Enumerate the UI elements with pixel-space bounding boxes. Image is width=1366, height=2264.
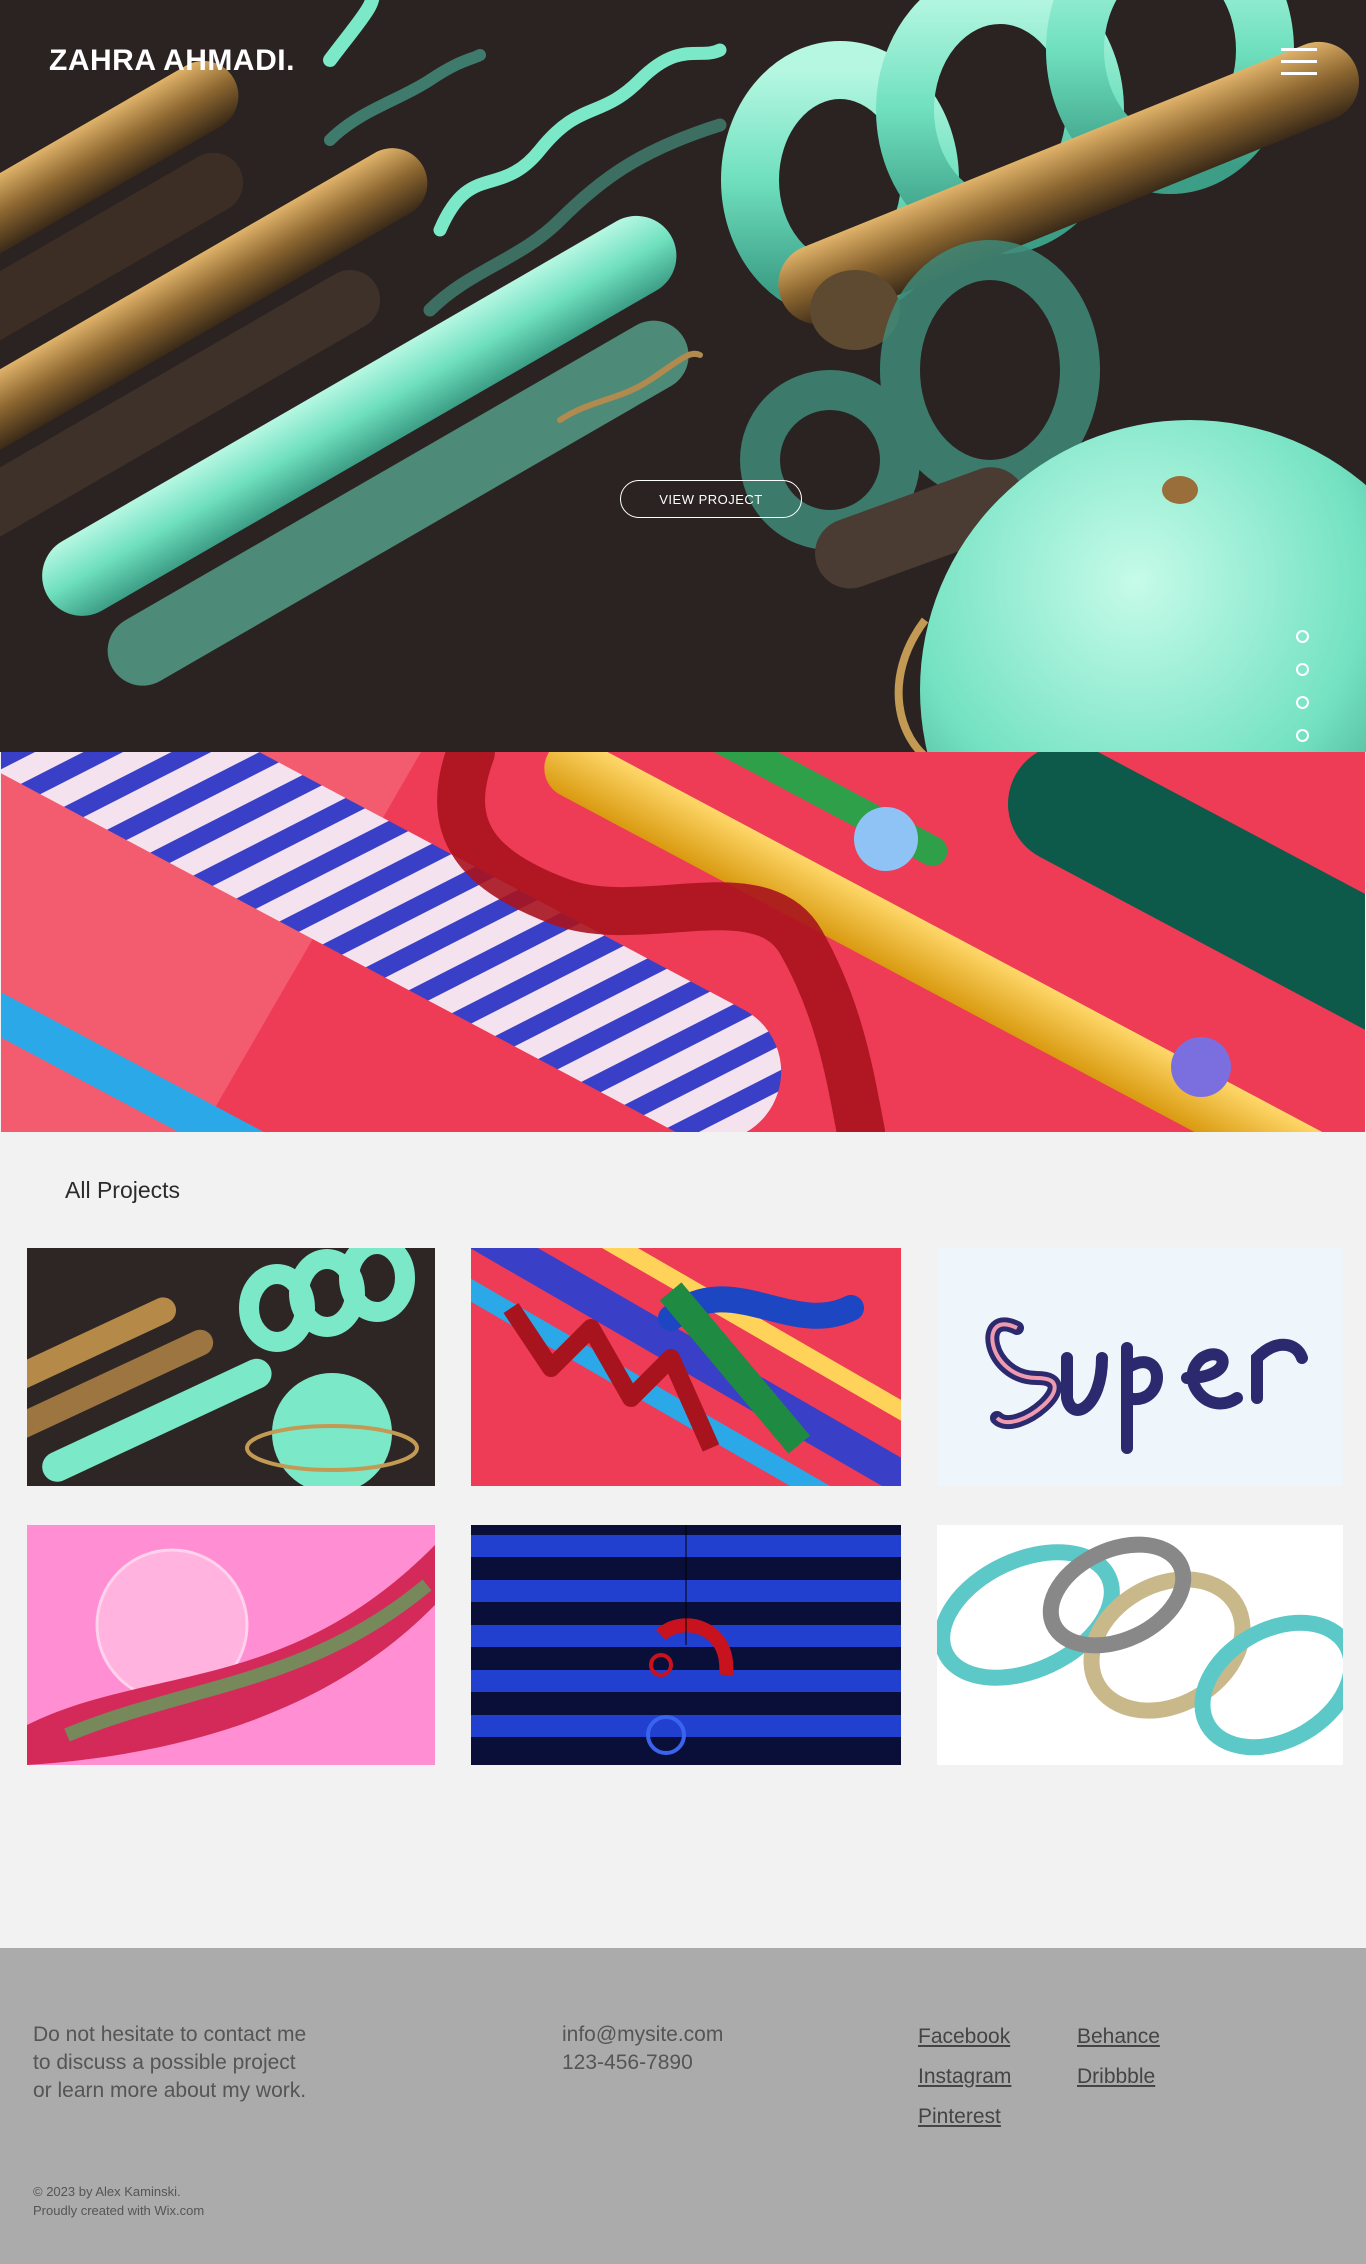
project-thumbnail-2[interactable]: [471, 1248, 901, 1486]
footer-copyright: © 2023 by Alex Kaminski.: [33, 2184, 181, 2199]
slide-dot-4[interactable]: [1296, 729, 1309, 742]
site-footer: Do not hesitate to contact me to discuss…: [0, 1948, 1366, 2264]
footer-credit: Proudly created with Wix.com: [33, 2203, 205, 2218]
project-4-artwork: [27, 1545, 435, 1765]
slide-dot-1[interactable]: [1296, 630, 1309, 643]
project-3-artwork: [985, 1317, 1308, 1454]
project-2-artwork: [471, 1248, 901, 1486]
project-1-artwork: [27, 1248, 419, 1486]
hamburger-menu-icon[interactable]: [1281, 48, 1317, 80]
footer-email[interactable]: info@mysite.com: [562, 2021, 723, 2049]
project-5-artwork: [471, 1525, 901, 1755]
project-thumbnail-5[interactable]: [471, 1525, 901, 1765]
project-thumbnail-4[interactable]: [27, 1525, 435, 1765]
banner-artwork: [1, 752, 1365, 1132]
hero-artwork: [0, 0, 1366, 752]
project-thumbnail-1[interactable]: [27, 1248, 435, 1486]
behance-link[interactable]: Behance: [1077, 2025, 1160, 2049]
slide-dot-2[interactable]: [1296, 663, 1309, 676]
view-project-button[interactable]: VIEW PROJECT: [620, 480, 802, 518]
pinterest-link[interactable]: Pinterest: [918, 2105, 1001, 2129]
instagram-link[interactable]: Instagram: [918, 2065, 1011, 2089]
footer-blurb: Do not hesitate to contact me to discuss…: [33, 2023, 307, 2102]
facebook-link[interactable]: Facebook: [918, 2025, 1010, 2049]
hero-section: ZAHRA AHMADI. VIEW PROJECT: [0, 0, 1366, 752]
project-6-artwork: [937, 1536, 1343, 1756]
project-thumbnail-6[interactable]: [937, 1525, 1343, 1765]
site-logo[interactable]: ZAHRA AHMADI.: [49, 44, 295, 78]
dribbble-link[interactable]: Dribbble: [1077, 2065, 1155, 2089]
project-thumbnail-3[interactable]: [937, 1248, 1343, 1486]
featured-banner-image: [1, 752, 1365, 1132]
slide-dot-3[interactable]: [1296, 696, 1309, 709]
projects-heading: All Projects: [65, 1177, 181, 1203]
slide-indicator: [1296, 630, 1309, 752]
footer-phone: 123-456-7890: [562, 2051, 693, 2074]
